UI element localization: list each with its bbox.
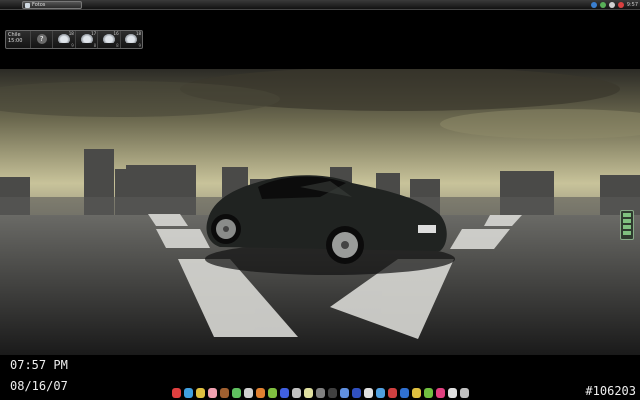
weather-day: ? — [30, 31, 52, 48]
tray-clock[interactable]: 9:57 — [627, 2, 638, 8]
weather-high: 16 — [113, 31, 119, 36]
taskbar-window-button[interactable]: Fotos — [22, 1, 82, 9]
system-tray: 9:57 — [590, 1, 638, 9]
taskbar-window-label: Fotos — [32, 2, 46, 8]
weather-time: 15:00 — [8, 38, 23, 44]
side-meter-widget[interactable] — [620, 210, 634, 240]
clock-time: 07:57 PM — [10, 358, 68, 372]
dock-app-icon[interactable] — [340, 388, 349, 398]
meter-bar — [623, 231, 631, 235]
dock-app-icon[interactable] — [268, 388, 277, 398]
dock-app-icon[interactable] — [460, 388, 469, 398]
dock-app-icon[interactable] — [280, 388, 289, 398]
dock-app-icon[interactable] — [208, 388, 217, 398]
dock-app-icon[interactable] — [364, 388, 373, 398]
dock-app-icon[interactable] — [424, 388, 433, 398]
meter-bar — [623, 213, 631, 217]
dock-app-icon[interactable] — [400, 388, 409, 398]
weather-low: 9 — [71, 43, 74, 48]
dock-app-icon[interactable] — [220, 388, 229, 398]
meter-bar — [623, 225, 631, 229]
dock-app-icon[interactable] — [244, 388, 253, 398]
clock-date: 08/16/07 — [10, 379, 68, 393]
dock-app-icon[interactable] — [352, 388, 361, 398]
dock-app-icon[interactable] — [184, 388, 193, 398]
weather-location: Chile 15:00 — [6, 31, 30, 48]
dock-app-icon[interactable] — [328, 388, 337, 398]
wallpaper-scene — [0, 69, 640, 355]
power-icon[interactable] — [617, 2, 624, 8]
weather-day: 18 9 — [119, 31, 142, 48]
volume-icon[interactable] — [608, 2, 615, 8]
desktop-wallpaper — [0, 69, 640, 355]
network-icon[interactable] — [590, 2, 597, 8]
weather-high: 18 — [135, 31, 142, 36]
dock-app-icon[interactable] — [412, 388, 421, 398]
dock-app-icon[interactable] — [232, 388, 241, 398]
image-id-label: #106203 — [585, 384, 636, 398]
unknown-icon: ? — [36, 34, 47, 44]
dock-app-icon[interactable] — [304, 388, 313, 398]
update-icon[interactable] — [599, 2, 606, 8]
dock-app-icon[interactable] — [316, 388, 325, 398]
weather-day: 17 8 — [74, 31, 97, 48]
weather-low: 8 — [93, 43, 97, 48]
dock-app-icon[interactable] — [256, 388, 265, 398]
dock-app-icon[interactable] — [196, 388, 205, 398]
dock-app-icon[interactable] — [448, 388, 457, 398]
weather-low: 9 — [138, 43, 142, 48]
weather-day: 18 9 — [52, 31, 74, 48]
dock — [172, 385, 469, 398]
weather-low: 8 — [116, 43, 119, 48]
weather-high: 18 — [68, 31, 74, 36]
top-taskbar: Fotos 9:57 — [0, 0, 640, 10]
dock-app-icon[interactable] — [292, 388, 301, 398]
meter-bar — [623, 219, 631, 223]
dock-app-icon[interactable] — [388, 388, 397, 398]
weather-high: 17 — [91, 31, 97, 36]
dock-app-icon[interactable] — [436, 388, 445, 398]
dock-app-icon[interactable] — [376, 388, 385, 398]
weather-widget[interactable]: Chile 15:00 ? 18 9 17 8 16 8 18 9 — [5, 30, 143, 49]
dock-app-icon[interactable] — [172, 388, 181, 398]
weather-day: 16 8 — [97, 31, 119, 48]
photos-app-icon — [25, 2, 30, 8]
